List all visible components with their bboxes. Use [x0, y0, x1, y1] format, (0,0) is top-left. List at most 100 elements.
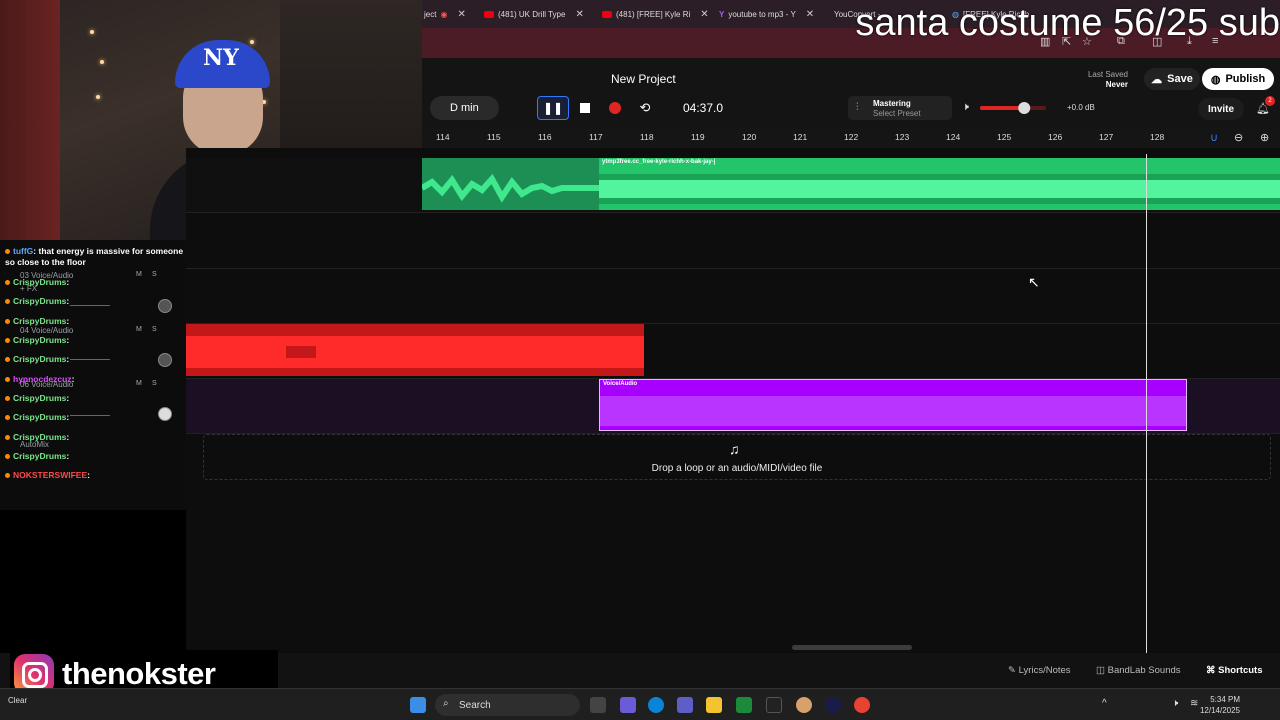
drop-zone[interactable]: ♫ Drop a loop or an audio/MIDI/video fil…: [203, 434, 1271, 480]
mute-button[interactable]: M: [136, 271, 142, 278]
file-explorer-icon[interactable]: [706, 697, 722, 713]
edge-icon[interactable]: [648, 697, 664, 713]
excel-icon[interactable]: [736, 697, 752, 713]
taskbar-clock[interactable]: 5:34 PM 12/14/2025: [1200, 694, 1240, 716]
zoom-out-icon[interactable]: ⊖: [1234, 131, 1243, 144]
zoom-in-icon[interactable]: ⊕: [1260, 131, 1269, 144]
horizontal-scrollbar[interactable]: [792, 645, 912, 650]
chat-badge-icon: [5, 319, 10, 325]
project-title[interactable]: New Project: [611, 72, 676, 86]
sounds-label: BandLab Sounds: [1107, 665, 1181, 676]
playhead[interactable]: [1146, 154, 1147, 654]
globe-icon: ◍: [1210, 73, 1221, 86]
task-view-icon[interactable]: [590, 697, 606, 713]
loop-icon: ⟲: [639, 100, 651, 115]
record-icon: [609, 102, 621, 114]
wifi-icon[interactable]: ≋: [1190, 698, 1198, 709]
track-lane[interactable]: [186, 214, 1280, 269]
waveform: [600, 396, 1186, 426]
pan-knob[interactable]: [158, 407, 172, 421]
solo-button[interactable]: S: [152, 271, 157, 278]
timeline-ruler[interactable]: 114 115 116 117 118 119 120 121 122 123 …: [422, 128, 1280, 148]
audio-clip-purple[interactable]: Voice/Audio: [599, 379, 1187, 431]
volume-slider[interactable]: [70, 415, 110, 416]
lyrics-notes-button[interactable]: ✎ Lyrics/Notes: [1008, 665, 1071, 676]
close-icon[interactable]: ✕: [575, 9, 583, 20]
track-lane-selected[interactable]: Voice/Audio: [186, 379, 1280, 434]
bar-number: 121: [793, 132, 808, 142]
save-button[interactable]: ☁ Save: [1144, 68, 1200, 90]
volume-slider[interactable]: [70, 305, 110, 306]
tab-label: (481) [FREE] Kyle Ri: [616, 9, 691, 19]
bar-number: 119: [691, 132, 705, 142]
master-volume-slider[interactable]: [980, 98, 1046, 118]
close-icon[interactable]: ✕: [457, 9, 465, 20]
waveform-path: [422, 173, 599, 203]
chrome-icon[interactable]: [854, 697, 870, 713]
bar-number: 128: [1150, 132, 1165, 142]
browser-tab[interactable]: Yyoutube to mp3 - Y ✕: [719, 6, 814, 22]
chevron-up-icon[interactable]: ^: [1102, 698, 1107, 709]
chat-message: CrispyDrums:: [5, 335, 69, 346]
waveform: [599, 174, 1280, 204]
volume-slider[interactable]: [70, 359, 110, 360]
invite-button[interactable]: Invite: [1198, 98, 1244, 120]
browser-tab[interactable]: (481) UK Drill Type ✕: [484, 6, 584, 22]
chat-badge-icon: [5, 473, 10, 479]
pause-button[interactable]: ❚❚: [537, 96, 569, 120]
search-placeholder: Search: [459, 699, 491, 711]
stop-button[interactable]: [574, 96, 596, 120]
teams-icon[interactable]: [677, 697, 693, 713]
clock-time: 5:34 PM: [1210, 695, 1240, 704]
chat-badge-icon: [5, 249, 10, 255]
tab-label: ject: [424, 9, 437, 19]
bar-number: 120: [742, 132, 757, 142]
key-selector[interactable]: D min: [430, 96, 499, 120]
instagram-handle: thenokster: [62, 656, 216, 691]
chat-badge-icon: [5, 299, 10, 305]
close-icon[interactable]: ✕: [700, 9, 708, 20]
mastering-selector[interactable]: ⫶ Mastering Select Preset: [848, 96, 952, 120]
volume-icon[interactable]: 🕨: [1172, 698, 1178, 709]
volume-fill: [980, 106, 1025, 110]
pan-knob[interactable]: [158, 353, 172, 367]
mute-button[interactable]: M: [136, 326, 142, 333]
browser-tab[interactable]: (481) [FREE] Kyle Ri ✕: [602, 6, 709, 22]
audio-clip-main[interactable]: ytmp3free.cc_free-kyle-richh-x-bak-jay-j: [599, 158, 1280, 210]
browser-tab[interactable]: ject ◉ ✕: [424, 6, 466, 22]
shortcuts-button[interactable]: ⌘ Shortcuts: [1206, 665, 1262, 676]
loop-button[interactable]: ⟲: [634, 96, 656, 120]
weather-widget[interactable]: Clear: [8, 696, 27, 705]
record-icon: ◉: [440, 9, 448, 19]
bandlab-sounds-button[interactable]: ◫ BandLab Sounds: [1096, 665, 1181, 676]
track-area[interactable]: ytmp3free.cc_free-kyle-richh-x-bak-jay-j…: [186, 148, 1280, 653]
audio-clip-red[interactable]: [186, 324, 644, 376]
bar-number: 123: [895, 132, 910, 142]
pause-icon: ❚❚: [542, 101, 564, 115]
windows-taskbar: Clear ⌕ Search ^ ≋ 🕨 5:34 PM 12/14/2025: [0, 688, 1280, 720]
close-icon[interactable]: ✕: [806, 9, 814, 20]
solo-button[interactable]: S: [152, 380, 157, 387]
audio-clip[interactable]: [422, 158, 599, 210]
lyrics-label: Lyrics/Notes: [1018, 665, 1071, 676]
track-lane[interactable]: [186, 269, 1280, 324]
track-lane[interactable]: [186, 324, 1280, 379]
magnet-icon[interactable]: ∪: [1210, 131, 1218, 144]
app-icon[interactable]: [796, 697, 812, 713]
publish-button[interactable]: ◍ Publish: [1202, 68, 1274, 90]
speaker-icon[interactable]: 🕨: [962, 101, 969, 114]
mute-button[interactable]: M: [136, 380, 142, 387]
store-icon[interactable]: [766, 697, 782, 713]
record-button[interactable]: [604, 96, 626, 120]
obs-icon[interactable]: [825, 697, 841, 713]
track-lane[interactable]: ytmp3free.cc_free-kyle-richh-x-bak-jay-j: [186, 158, 1280, 213]
copilot-icon[interactable]: [620, 697, 636, 713]
pan-knob[interactable]: [158, 299, 172, 313]
solo-button[interactable]: S: [152, 326, 157, 333]
windows-start-icon[interactable]: [410, 697, 426, 713]
chat-message: NOKSTERSWIFEE:: [5, 470, 90, 481]
taskbar-search[interactable]: ⌕ Search: [435, 694, 580, 716]
youtube-icon: [484, 10, 494, 18]
cloud-icon: ☁: [1151, 73, 1163, 86]
chat-badge-icon: [5, 338, 10, 344]
